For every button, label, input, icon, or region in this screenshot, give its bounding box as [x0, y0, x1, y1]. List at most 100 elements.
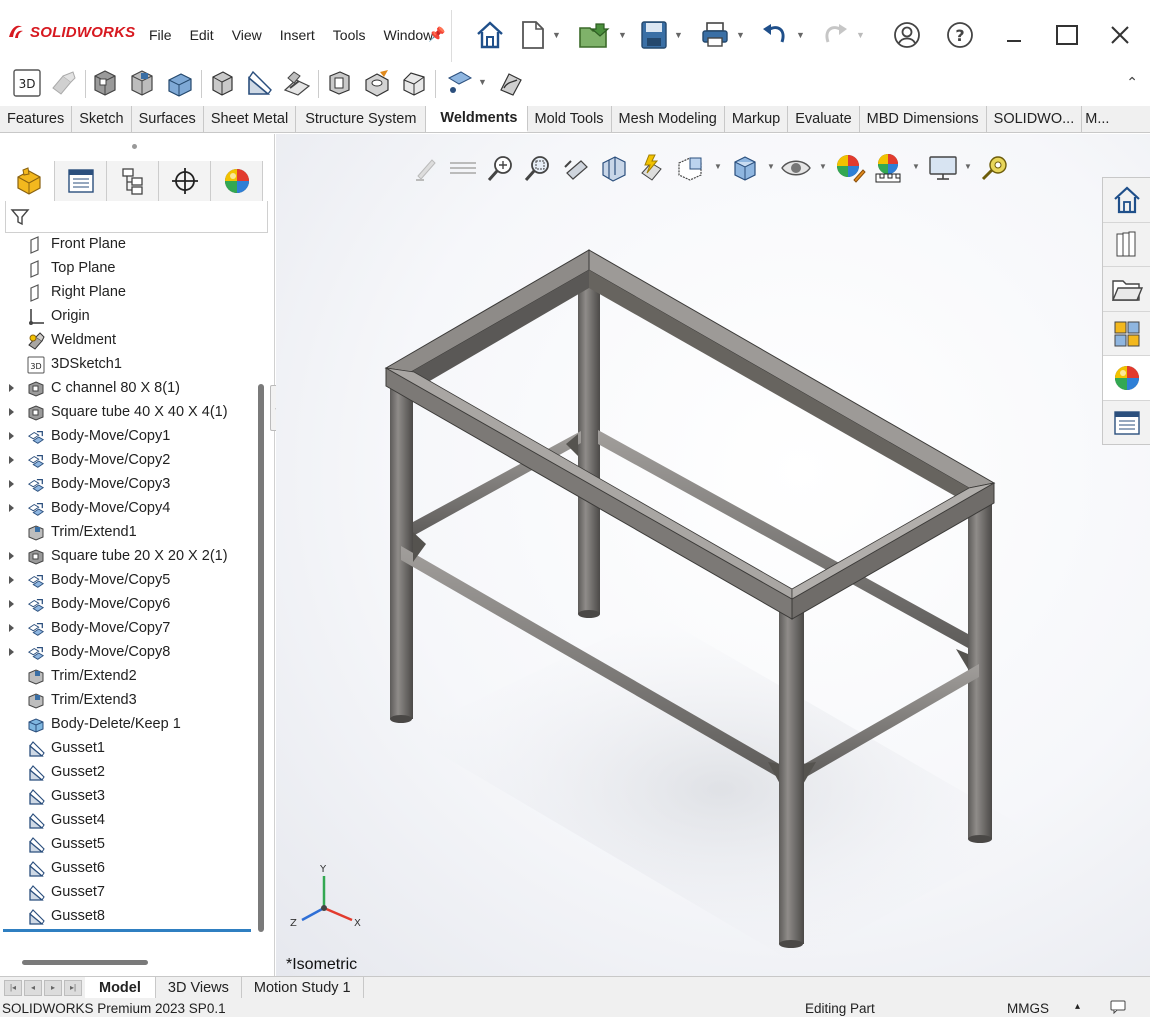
expand-arrow-icon[interactable] [9, 576, 14, 584]
last-tab-icon[interactable]: ▸| [64, 979, 82, 996]
trim-extend-button[interactable] [126, 66, 158, 100]
file-explorer-button[interactable] [1103, 267, 1150, 312]
chevron-down-icon[interactable]: ▼ [796, 30, 805, 40]
hole-wizard-button[interactable] [361, 66, 393, 100]
expand-arrow-icon[interactable] [9, 600, 14, 608]
help-button[interactable]: ? [946, 18, 974, 52]
curves-button[interactable] [494, 66, 526, 100]
chevron-down-icon[interactable]: ▼ [478, 77, 487, 87]
property-manager-tab[interactable] [55, 161, 107, 201]
menu-file[interactable]: File [140, 27, 181, 43]
appearances-button[interactable] [1103, 356, 1150, 401]
tree-item[interactable]: Gusset5 [0, 833, 256, 857]
tree-item[interactable]: Body-Move/Copy5 [0, 569, 256, 593]
tab-mold-tools[interactable]: Mold Tools [528, 106, 612, 132]
pin-menu-icon[interactable]: 📌 [428, 26, 445, 43]
collapse-ribbon-icon[interactable]: ⌃ [1126, 74, 1138, 91]
new-document-button[interactable]: ▼ [520, 18, 561, 52]
tree-horizontal-scrollbar[interactable] [22, 960, 148, 965]
extruded-boss-button[interactable] [206, 66, 238, 100]
chevron-down-icon[interactable]: ▼ [736, 30, 745, 40]
gusset-button[interactable] [243, 66, 275, 100]
weldment-frame-model[interactable] [276, 134, 1150, 976]
expand-arrow-icon[interactable] [9, 624, 14, 632]
tree-item[interactable]: C channel 80 X 8(1) [0, 377, 256, 401]
tree-item[interactable]: Gusset6 [0, 857, 256, 881]
design-library-button[interactable] [1103, 223, 1150, 268]
tree-item[interactable]: Right Plane [0, 281, 256, 305]
panel-grip[interactable] [132, 144, 137, 149]
dimxpert-manager-tab[interactable] [159, 161, 211, 201]
tree-filter[interactable] [5, 201, 268, 233]
tree-item[interactable]: Gusset1 [0, 737, 256, 761]
menu-view[interactable]: View [223, 27, 271, 43]
tab-structure-system[interactable]: Structure System [296, 106, 427, 132]
tree-item[interactable]: Trim/Extend1 [0, 521, 256, 545]
tree-item[interactable]: Body-Move/Copy2 [0, 449, 256, 473]
tree-item[interactable]: Square tube 20 X 20 X 2(1) [0, 545, 256, 569]
expand-arrow-icon[interactable] [9, 408, 14, 416]
status-message-icon[interactable] [1110, 1000, 1126, 1017]
rollback-bar[interactable] [3, 929, 251, 932]
display-manager-tab[interactable] [211, 161, 263, 201]
expand-arrow-icon[interactable] [9, 480, 14, 488]
tab-solidworks-addins[interactable]: SOLIDWO... [987, 106, 1083, 132]
structural-member-button[interactable] [89, 66, 121, 100]
extruded-cut-button[interactable] [323, 66, 355, 100]
tab-sketch[interactable]: Sketch [72, 106, 132, 132]
tab-3d-views[interactable]: 3D Views [156, 977, 242, 998]
3d-sketch-button[interactable]: 3D [11, 66, 43, 100]
expand-arrow-icon[interactable] [9, 504, 14, 512]
tab-features[interactable]: Features [0, 106, 73, 132]
feature-manager-tab[interactable] [3, 161, 55, 201]
tree-item[interactable]: Gusset2 [0, 761, 256, 785]
tree-item[interactable]: Body-Move/Copy1 [0, 425, 256, 449]
print-button[interactable]: ▼ [700, 18, 745, 52]
expand-arrow-icon[interactable] [9, 456, 14, 464]
home-button[interactable] [474, 18, 506, 52]
tree-item[interactable]: Square tube 40 X 40 X 4(1) [0, 401, 256, 425]
menu-edit[interactable]: Edit [181, 27, 223, 43]
menu-insert[interactable]: Insert [271, 27, 324, 43]
save-button[interactable]: ▼ [640, 18, 683, 52]
tab-markup[interactable]: Markup [725, 106, 789, 132]
tab-surfaces[interactable]: Surfaces [132, 106, 204, 132]
tree-item[interactable]: Body-Move/Copy3 [0, 473, 256, 497]
chevron-down-icon[interactable]: ▼ [674, 30, 683, 40]
tree-item[interactable]: Top Plane [0, 257, 256, 281]
expand-arrow-icon[interactable] [9, 384, 14, 392]
tree-item[interactable]: Trim/Extend3 [0, 689, 256, 713]
tab-weldments[interactable]: Weldments [426, 106, 528, 132]
tree-item[interactable]: Gusset8 [0, 905, 256, 929]
menu-tools[interactable]: Tools [324, 27, 375, 43]
custom-properties-button[interactable] [1103, 401, 1150, 446]
tree-item[interactable]: 3D 3DSketch1 [0, 353, 256, 377]
minimize-button[interactable] [1001, 22, 1027, 48]
tab-motion-study-1[interactable]: Motion Study 1 [242, 977, 364, 998]
chamfer-button[interactable] [398, 66, 430, 100]
account-button[interactable] [893, 18, 921, 52]
tree-item[interactable]: Origin [0, 305, 256, 329]
tree-item[interactable]: Body-Move/Copy6 [0, 593, 256, 617]
view-palette-button[interactable] [1103, 312, 1150, 357]
undo-button[interactable]: ▼ [760, 18, 805, 52]
tab-model[interactable]: Model [85, 977, 156, 998]
tree-item[interactable]: Trim/Extend2 [0, 665, 256, 689]
task-pane-home-button[interactable] [1103, 178, 1150, 223]
tree-item[interactable]: Body-Move/Copy8 [0, 641, 256, 665]
expand-arrow-icon[interactable] [9, 648, 14, 656]
solidworks-logo[interactable]: SOLIDWORKS [6, 22, 135, 42]
first-tab-icon[interactable]: |◂ [4, 979, 22, 996]
tab-mesh-modeling[interactable]: Mesh Modeling [612, 106, 725, 132]
weld-bead-button[interactable] [281, 66, 313, 100]
tree-vertical-scrollbar[interactable] [258, 384, 264, 932]
next-tab-icon[interactable]: ▸ [44, 979, 62, 996]
status-units[interactable]: MMGS [1007, 1001, 1049, 1016]
tree-item[interactable]: Body-Move/Copy7 [0, 617, 256, 641]
chevron-down-icon[interactable]: ▼ [552, 30, 561, 40]
close-button[interactable] [1107, 22, 1133, 48]
expand-arrow-icon[interactable] [9, 552, 14, 560]
end-cap-button[interactable] [164, 66, 196, 100]
reference-geometry-button[interactable] [444, 66, 476, 100]
maximize-button[interactable] [1054, 22, 1080, 48]
